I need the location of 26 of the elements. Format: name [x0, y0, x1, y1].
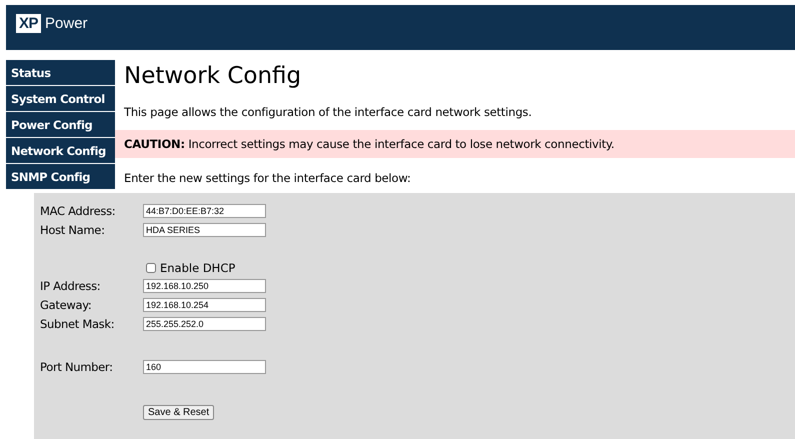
nav-item[interactable]: System Control [6, 86, 115, 111]
field-label: Subnet Mask: [40, 316, 116, 330]
caution-banner: CAUTION: Incorrect settings may cause the interface card to lose network connectivity. [115, 130, 795, 158]
input-field[interactable]: 192.168.10.250 [143, 278, 266, 292]
nav-item[interactable]: Power Config [6, 112, 115, 137]
field-label: IP Address: [40, 278, 102, 292]
nav-item[interactable]: SNMP Config [6, 164, 115, 189]
logo-text: Power [45, 15, 88, 32]
field-label: Port Number: [40, 360, 114, 374]
page-title: Network Config [124, 62, 302, 91]
dhcp-checkbox[interactable] [146, 262, 156, 272]
input-field[interactable]: 44:B7:D0:EE:B7:32 [143, 204, 266, 218]
input-field[interactable]: HDA SERIES [143, 222, 266, 236]
input-field[interactable]: 160 [143, 360, 266, 374]
save-reset-button[interactable]: Save & Reset [143, 405, 214, 420]
input-field[interactable]: 255.255.252.0 [143, 316, 266, 330]
field-label: Gateway: [40, 298, 92, 312]
field-label: MAC Address: [40, 204, 116, 218]
field-label: Host Name: [40, 222, 106, 236]
intro-text: This page allows the configuration of the interface card network settings. [123, 104, 533, 121]
instructions-text: Enter the new settings for the interface card below: [123, 170, 412, 187]
nav-item[interactable]: Network Config [6, 138, 115, 163]
nav-item[interactable]: Status [6, 60, 115, 85]
logo-mark: XP [16, 14, 42, 33]
input-field[interactable]: 192.168.10.254 [143, 298, 266, 312]
checkbox-label: Enable DHCP [160, 260, 236, 274]
